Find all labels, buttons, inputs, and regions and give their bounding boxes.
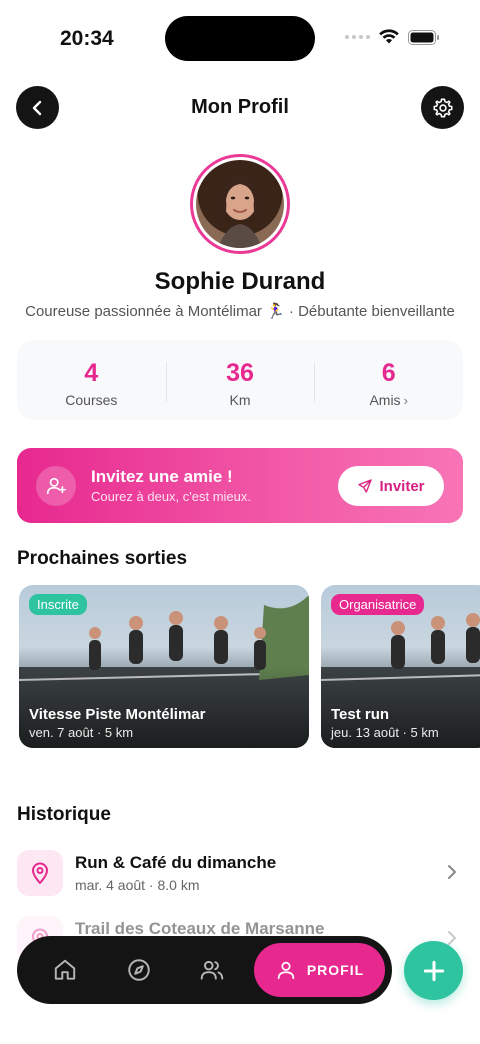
wifi-icon (379, 29, 399, 44)
gear-icon (433, 98, 452, 117)
home-icon (54, 959, 76, 980)
settings-button[interactable] (421, 86, 464, 129)
chevron-right-icon: › (403, 393, 408, 408)
status-badge: Inscrite (29, 594, 87, 615)
profile-bio: Coureuse passionnée à Montélimar 🏃‍♀️ · … (25, 303, 455, 320)
stats-card: 4 Courses 36 Km 6 Amis › (17, 340, 463, 420)
stat-label: Courses (65, 392, 118, 408)
invite-title: Invitez une amie ! (91, 467, 233, 486)
add-button[interactable] (404, 941, 463, 1000)
add-user-icon (36, 466, 76, 506)
event-card[interactable]: Organisatrice Test run jeu. 13 août · 5 … (321, 585, 480, 748)
dynamic-island (165, 16, 315, 61)
avatar[interactable] (190, 154, 290, 254)
tab-explore[interactable] (122, 953, 156, 987)
location-pin-icon (17, 850, 63, 896)
status-time: 20:34 (60, 27, 114, 50)
invite-card: Invitez une amie ! Courez à deux, c'est … (17, 448, 463, 523)
tab-profile-label: PROFIL (306, 962, 365, 978)
battery-icon (408, 29, 439, 45)
users-icon (200, 960, 224, 980)
invite-subtitle: Courez à deux, c'est mieux. (91, 489, 251, 504)
send-icon (358, 479, 373, 493)
invite-button-label: Inviter (379, 477, 425, 495)
event-meta: ven. 7 août · 5 km (29, 725, 134, 740)
header: Mon Profil (0, 86, 480, 130)
tab-home[interactable] (48, 953, 82, 987)
tab-profile[interactable]: PROFIL (254, 943, 385, 997)
status-badge: Organisatrice (331, 594, 425, 615)
tab-bar: PROFIL (17, 936, 392, 1004)
tab-friends[interactable] (195, 953, 229, 987)
chevron-right-icon (448, 865, 456, 879)
stat-courses: 4 Courses (17, 340, 166, 420)
stat-label: Amis (369, 392, 401, 408)
history-item-meta: mar. 4 août · 8.0 km (75, 877, 200, 893)
history-item[interactable]: Run & Café du dimanche mar. 4 août · 8.0… (17, 848, 463, 898)
stat-value: 4 (84, 359, 99, 387)
history-item-title: Run & Café du dimanche (75, 853, 277, 872)
event-title: Test run (331, 706, 390, 723)
status-icons (345, 29, 440, 45)
stat-value: 6 (381, 359, 396, 387)
event-meta: jeu. 13 août · 5 km (331, 725, 439, 740)
page-title: Mon Profil (191, 96, 289, 118)
user-icon (277, 961, 295, 980)
status-bar: 20:34 (0, 0, 480, 78)
signal-icon (345, 35, 370, 39)
stat-value: 36 (226, 359, 254, 387)
history-title: Historique (17, 804, 111, 825)
profile-name: Sophie Durand (154, 268, 326, 295)
stat-friends[interactable]: 6 Amis › (314, 340, 463, 420)
plus-icon (423, 960, 444, 981)
event-title: Vitesse Piste Montélimar (29, 706, 206, 723)
event-card[interactable]: Inscrite Vitesse Piste Montélimar ven. 7… (19, 585, 309, 748)
stat-label-row: Amis › (369, 392, 407, 408)
avatar-photo (196, 160, 284, 248)
stat-label: Km (229, 392, 251, 408)
invite-button[interactable]: Inviter (338, 466, 444, 506)
stat-km: 36 Km (165, 340, 315, 420)
compass-icon (128, 959, 150, 981)
upcoming-title: Prochaines sorties (17, 548, 188, 569)
